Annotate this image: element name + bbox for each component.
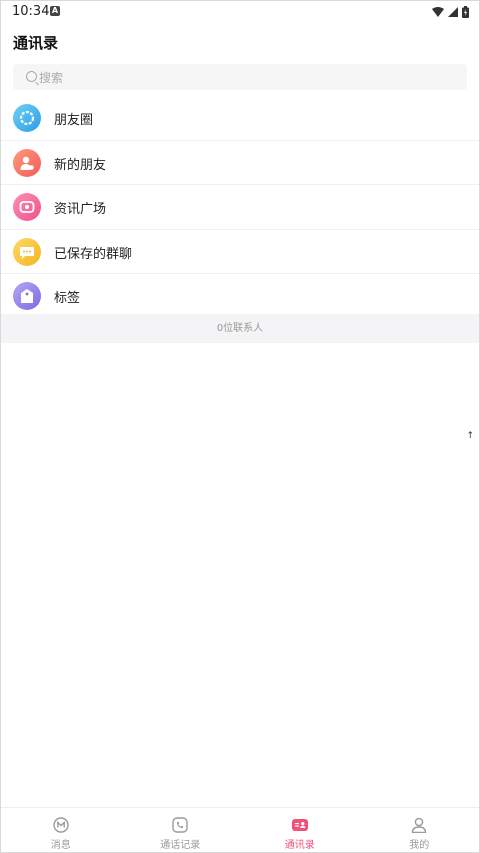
system-status-icons: [432, 5, 469, 19]
menu-item-news-plaza[interactable]: 资讯广场: [1, 185, 479, 230]
news-plaza-icon: [13, 193, 41, 222]
tag-icon: [13, 282, 41, 311]
bottom-navigation: 消息 通话记录 通讯录 我的: [1, 807, 480, 852]
nav-label: 通讯录: [284, 840, 315, 851]
nav-label: 通话记录: [160, 840, 201, 851]
menu-item-label: 新的朋友: [54, 157, 107, 173]
call-log-icon: [172, 817, 188, 833]
status-bar: 10:34 A: [1, 1, 479, 23]
menu-item-new-friends[interactable]: 新的朋友: [1, 141, 479, 186]
contact-count: 0位联系人: [1, 314, 479, 343]
search-input[interactable]: 搜索: [13, 64, 467, 90]
menu-item-label: 朋友圈: [54, 113, 94, 128]
nav-item-call-log[interactable]: 通话记录: [121, 808, 241, 852]
notification-badge-icon: A: [50, 6, 60, 16]
nav-label: 我的: [409, 840, 430, 851]
message-icon: [53, 817, 69, 833]
menu-item-label: 标签: [54, 291, 81, 307]
contacts-icon: [291, 819, 308, 831]
menu-item-label: 已保存的群聊: [54, 246, 133, 262]
battery-icon: [462, 6, 469, 18]
moments-icon: [13, 104, 41, 132]
status-time: 10:34: [12, 4, 50, 19]
search-icon: [26, 71, 37, 82]
nav-label: 消息: [50, 840, 71, 851]
profile-icon: [412, 817, 427, 833]
new-friend-icon: [13, 148, 41, 177]
search-placeholder: 搜索: [39, 71, 64, 85]
wifi-icon: [432, 7, 444, 17]
menu-item-saved-groups[interactable]: 已保存的群聊: [1, 230, 479, 275]
contacts-menu: 朋友圈 新的朋友 资讯广场 已保存的群聊 标签: [1, 96, 479, 319]
menu-item-moments[interactable]: 朋友圈: [1, 96, 479, 141]
menu-item-tags[interactable]: 标签: [1, 274, 479, 319]
scroll-indicator-icon[interactable]: ↑: [466, 431, 474, 441]
nav-item-messages[interactable]: 消息: [1, 808, 121, 852]
signal-icon: [448, 7, 458, 17]
app-screen: 10:34 A 通讯录 搜索 朋友圈 新的朋友 资讯广场 已保存的群聊 标签 0…: [0, 0, 480, 853]
page-title: 通讯录: [13, 34, 59, 52]
nav-item-profile[interactable]: 我的: [360, 808, 480, 852]
saved-groups-icon: [13, 237, 41, 266]
menu-item-label: 资讯广场: [54, 202, 107, 218]
nav-item-contacts[interactable]: 通讯录: [240, 808, 360, 852]
